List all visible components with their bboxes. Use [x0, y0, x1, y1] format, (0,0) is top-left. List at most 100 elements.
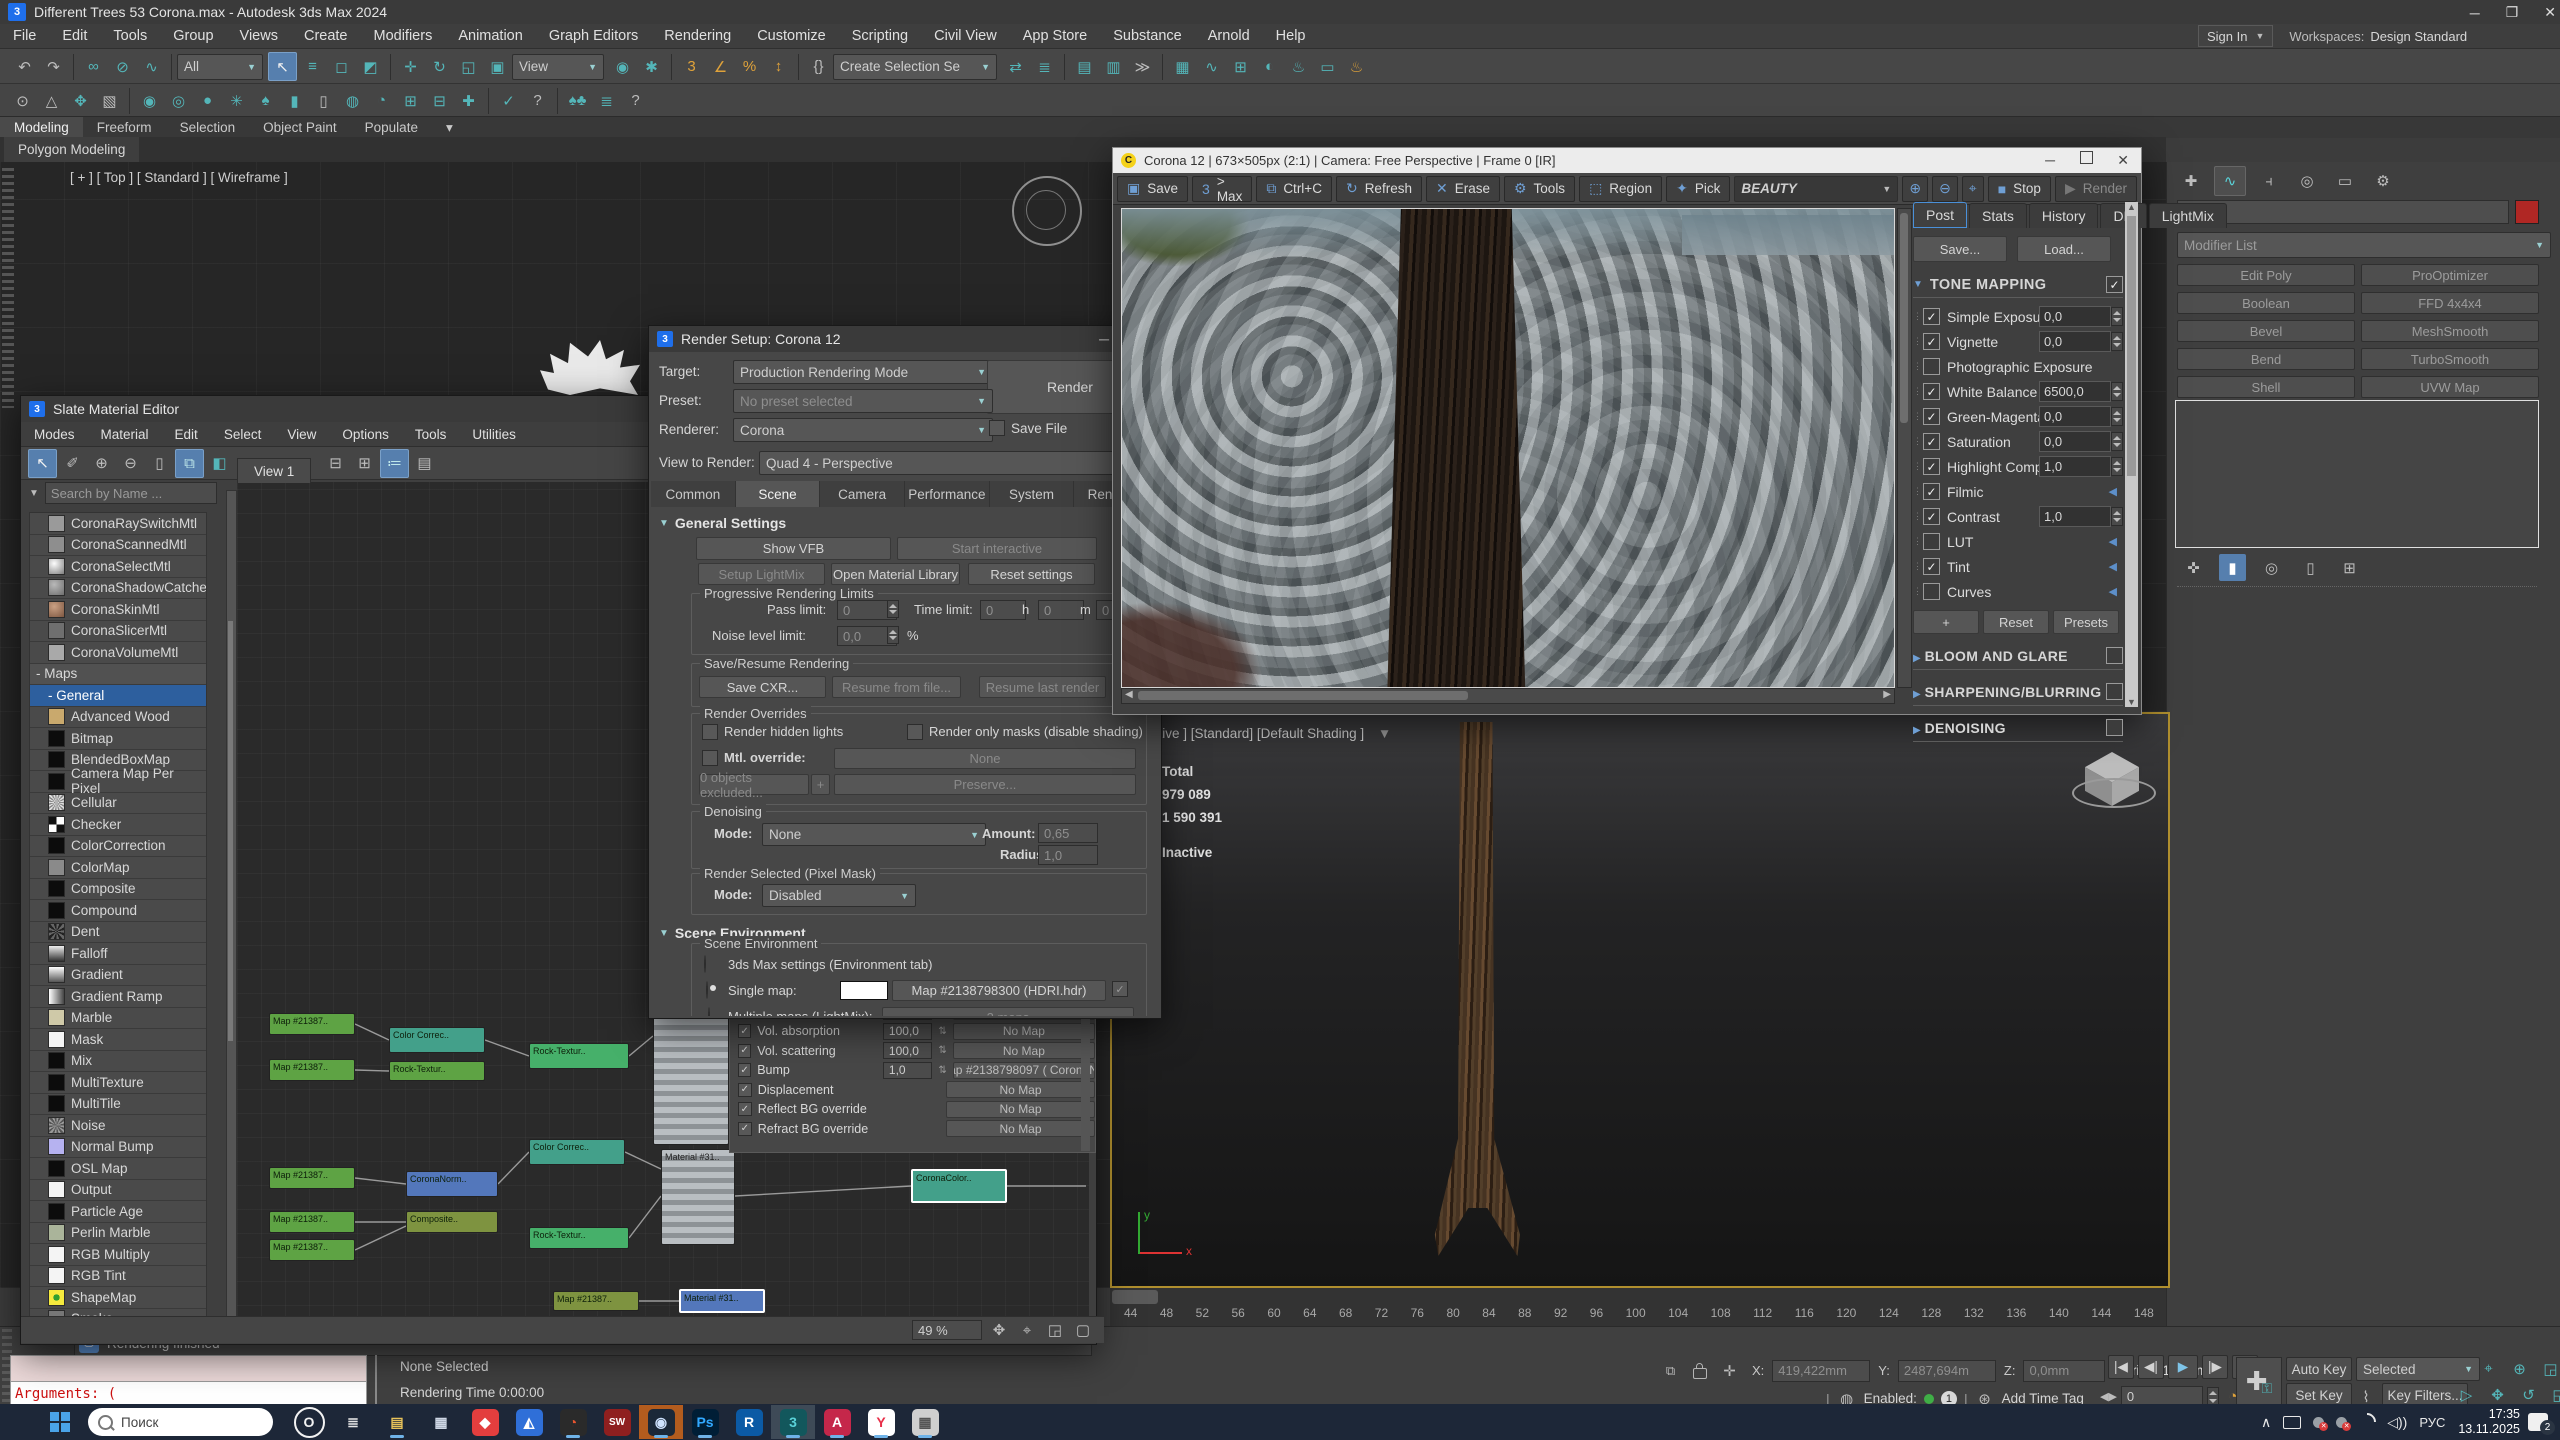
taskbar-app-calculator[interactable]: ▦: [419, 1405, 463, 1439]
rs-tab-scene[interactable]: Scene: [736, 481, 821, 507]
tm-value-field[interactable]: 0,0: [2039, 406, 2111, 427]
rs-mtl-override-slot[interactable]: None: [834, 748, 1136, 769]
material-node[interactable]: Map #21387..: [269, 1211, 355, 1233]
vfb-load-config-button[interactable]: Load...: [2017, 236, 2111, 262]
sme-menu-tools[interactable]: Tools: [402, 422, 460, 446]
material-node[interactable]: Map #21387..: [269, 1059, 355, 1081]
modifier-button-bend[interactable]: Bend: [2177, 348, 2355, 370]
browser-item-coronarayswitchmtl[interactable]: CoronaRaySwitchMtl: [30, 513, 206, 535]
camera-target-icon[interactable]: ◎: [165, 87, 192, 114]
param-map-slot[interactable]: Map #2138798097 ( CoronaNor: [953, 1062, 1095, 1079]
selection-set-dropdown[interactable]: Selected▼: [2356, 1357, 2480, 1381]
vfb-zoom-fit-icon[interactable]: ⌖: [1962, 176, 1984, 202]
rs-show-vfb-button[interactable]: Show VFB: [696, 537, 891, 560]
select-by-name-icon[interactable]: ≡: [299, 53, 326, 80]
material-node[interactable]: Material #31..: [661, 1149, 735, 1245]
browser-item-dent[interactable]: Dent: [30, 922, 206, 944]
scroll-right-icon[interactable]: ▶: [1883, 689, 1891, 700]
show-end-result-icon[interactable]: ▮: [2219, 554, 2246, 581]
sme-menu-utilities[interactable]: Utilities: [459, 422, 529, 446]
material-node[interactable]: Map #21387..: [269, 1239, 355, 1261]
sme-pan-icon[interactable]: ✥: [989, 1317, 1009, 1344]
time-slider-thumb[interactable]: [1112, 1290, 1158, 1304]
start-button[interactable]: [40, 1405, 80, 1439]
drag-handle-icon[interactable]: ⋮⋮: [1913, 411, 1923, 422]
taskbar-app-yandex-browser[interactable]: Y: [859, 1405, 903, 1439]
param-checkbox[interactable]: ✓: [738, 1063, 751, 1077]
tool-icon[interactable]: ▮: [281, 87, 308, 114]
preview-children-icon[interactable]: ⊞: [351, 450, 378, 477]
browser-item-coronaselectmtl[interactable]: CoronaSelectMtl: [30, 556, 206, 578]
collapse-icon[interactable]: ▼: [1913, 279, 1923, 290]
menu-views[interactable]: Views: [227, 24, 291, 48]
browser-item-shapemap[interactable]: ShapeMap: [30, 1287, 206, 1309]
param-map-slot[interactable]: No Map: [953, 1042, 1095, 1059]
param-checkbox[interactable]: ✓: [738, 1044, 751, 1058]
browser-item-compound[interactable]: Compound: [30, 900, 206, 922]
put-to-library-icon[interactable]: ⊖: [117, 450, 144, 477]
taskbar-app-corona[interactable]: ◔: [551, 1405, 595, 1439]
tm-checkbox[interactable]: ✓: [1923, 483, 1940, 500]
scene-explorer-icon[interactable]: ▤: [1071, 53, 1098, 80]
corona-converter-icon[interactable]: ✓: [495, 87, 522, 114]
browser-section-Maps[interactable]: - Maps: [30, 664, 206, 686]
browser-item-output[interactable]: Output: [30, 1180, 206, 1202]
expand-left-icon[interactable]: ◀: [2109, 485, 2117, 498]
tree-object-icon[interactable]: ♠: [252, 87, 279, 114]
browser-item-falloff[interactable]: Falloff: [30, 943, 206, 965]
browser-item-gradient[interactable]: Gradient: [30, 965, 206, 987]
tray-expand-icon[interactable]: ∧: [2261, 1414, 2271, 1431]
vfb-zoom-in-icon[interactable]: ⊕: [1902, 176, 1928, 202]
sme-search-input[interactable]: Search by Name ...: [45, 482, 217, 504]
pick-material-icon[interactable]: ✐: [59, 450, 86, 477]
delete-icon[interactable]: ▯: [146, 450, 173, 477]
vfb-refresh-button[interactable]: ↻Refresh: [1336, 176, 1422, 202]
rs-general-settings-header[interactable]: General Settings: [675, 515, 786, 531]
vfb-panel-scrollbar[interactable]: ▲ ▼: [2125, 202, 2138, 707]
sme-menu-select[interactable]: Select: [211, 422, 275, 446]
browser-item-osl-map[interactable]: OSL Map: [30, 1158, 206, 1180]
vfb-section-sharpening-blurring[interactable]: ▶ SHARPENING/BLURRING: [1913, 683, 2123, 706]
tm-value-field[interactable]: 1,0: [2039, 506, 2111, 527]
make-unique-icon[interactable]: ◎: [2258, 554, 2285, 581]
sme-zoom-region-icon[interactable]: ▢: [1073, 1317, 1093, 1344]
material-node[interactable]: Material #31..: [679, 1289, 765, 1313]
use-pivot-center-icon[interactable]: ◉: [609, 53, 636, 80]
material-node[interactable]: Rock-Textur..: [389, 1061, 485, 1081]
zoom-extents-icon[interactable]: ◲: [2537, 1355, 2560, 1382]
rs-render-masks-checkbox[interactable]: [907, 724, 923, 740]
rs-env-color-swatch[interactable]: [840, 981, 888, 1000]
wifi-icon[interactable]: [2354, 1409, 2379, 1434]
rs-open-material-library-button[interactable]: Open Material Library: [831, 563, 960, 585]
macro-recorder-line[interactable]: [10, 1355, 367, 1383]
modifier-button-prooptimizer[interactable]: ProOptimizer: [2361, 264, 2539, 286]
param-checkbox[interactable]: ✓: [738, 1102, 752, 1116]
drag-handle-icon[interactable]: ⋮⋮: [1913, 511, 1923, 522]
select-rotate-icon[interactable]: ↻: [426, 53, 453, 80]
play-icon[interactable]: ▶: [2168, 1355, 2198, 1379]
ribbon-tab-freeform[interactable]: Freeform: [83, 117, 166, 138]
param-checkbox[interactable]: ✓: [738, 1122, 752, 1136]
browser-item-normal-bump[interactable]: Normal Bump: [30, 1137, 206, 1159]
taskbar-app-quixel[interactable]: ◆: [463, 1405, 507, 1439]
rs-mtl-override-checkbox[interactable]: [702, 750, 718, 766]
menu-edit[interactable]: Edit: [49, 24, 100, 48]
cast-icon[interactable]: [2283, 1416, 2301, 1429]
ref-coord-dropdown[interactable]: View▼: [512, 54, 604, 80]
select-move-icon[interactable]: ✛: [397, 53, 424, 80]
param-map-slot[interactable]: No Map: [946, 1120, 1095, 1137]
vfb-close-icon[interactable]: ✕: [2117, 152, 2129, 169]
drag-handle-icon[interactable]: ⋮⋮: [1913, 311, 1923, 322]
vfb-add-operator-button[interactable]: +: [1913, 610, 1979, 634]
rs-3dsmax-settings-radio[interactable]: [704, 955, 706, 973]
modifier-button-shell[interactable]: Shell: [2177, 376, 2355, 398]
sme-menu-view[interactable]: View: [274, 422, 329, 446]
rs-tab-system[interactable]: System: [990, 481, 1075, 507]
tool-icon[interactable]: ✚: [455, 87, 482, 114]
tone-mapping-header[interactable]: TONE MAPPING: [1930, 277, 2047, 293]
camera-icon[interactable]: ◉: [136, 87, 163, 114]
rs-minimize-icon[interactable]: ─: [1099, 331, 1109, 347]
material-node[interactable]: Color Correc..: [389, 1027, 485, 1053]
minimize-icon[interactable]: ─: [2470, 5, 2480, 21]
rs-time-m-field[interactable]: 0: [1038, 600, 1084, 620]
